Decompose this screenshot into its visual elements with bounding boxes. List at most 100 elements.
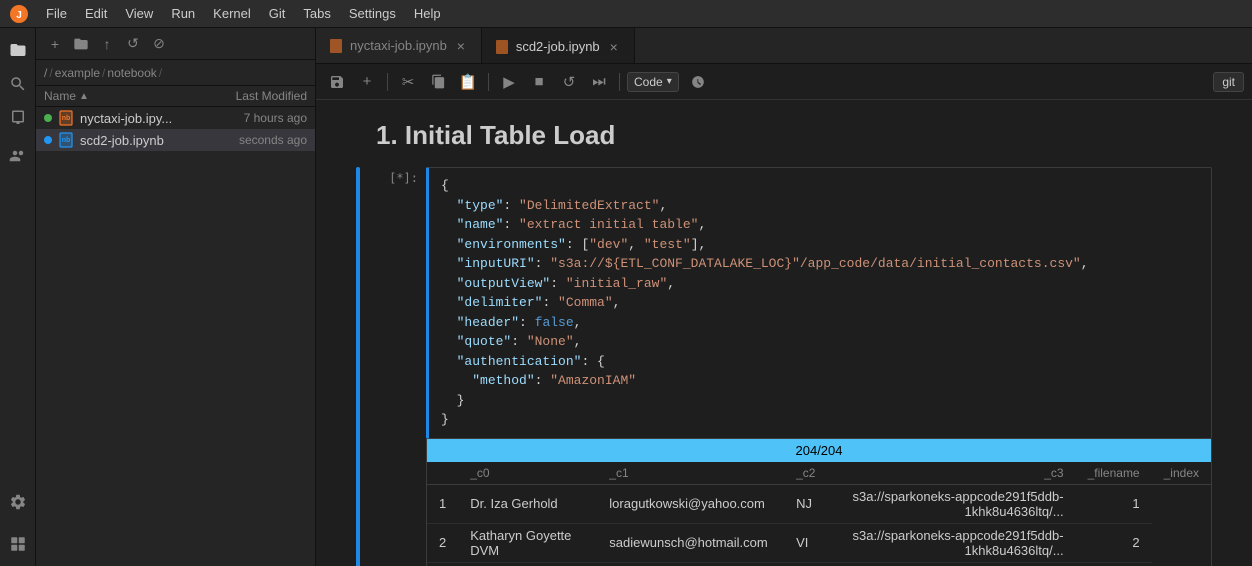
refresh-button[interactable]: ↺ xyxy=(122,33,144,55)
file-list: nb nyctaxi-job.ipy... 7 hours ago nb scd… xyxy=(36,107,315,566)
content-area: nyctaxi-job.ipynb × scd2-job.ipynb × + ✂ xyxy=(316,28,1252,566)
breadcrumb: / / example / notebook / xyxy=(36,60,315,86)
status-dot-blue xyxy=(44,136,52,144)
cell-heading: 1. Initial Table Load xyxy=(356,120,1212,151)
col-header-idx: _index xyxy=(1152,462,1211,485)
menu-edit[interactable]: Edit xyxy=(77,4,115,23)
table-cell: 1 xyxy=(427,484,458,523)
new-file-button[interactable]: + xyxy=(44,33,66,55)
chevron-down-icon: ▾ xyxy=(667,76,672,87)
settings-icon[interactable] xyxy=(4,488,32,516)
filter-button[interactable]: ⊘ xyxy=(148,33,170,55)
col-header-c2: _c2 xyxy=(784,462,828,485)
notebook-toolbar: + ✂ 📋 ▶ ■ ↺ ⏭ Code ▾ git xyxy=(316,64,1252,100)
file-modified: 7 hours ago xyxy=(197,111,307,125)
output-table: _c0 _c1 _c2 _c3 _filename _index 1Dr. Iz… xyxy=(427,462,1211,566)
notebook-icon: nb xyxy=(58,132,74,148)
files-icon[interactable] xyxy=(4,36,32,64)
list-item[interactable]: nb nyctaxi-job.ipy... 7 hours ago xyxy=(36,107,315,129)
new-folder-button[interactable] xyxy=(70,33,92,55)
upload-button[interactable]: ↑ xyxy=(96,33,118,55)
run-button[interactable]: ▶ xyxy=(496,69,522,95)
tab-label: nyctaxi-job.ipynb xyxy=(350,38,447,53)
svg-text:nb: nb xyxy=(62,137,71,144)
cell-active-bar xyxy=(356,167,360,566)
copy-button[interactable] xyxy=(425,69,451,95)
tab-label: scd2-job.ipynb xyxy=(516,39,600,54)
menu-help[interactable]: Help xyxy=(406,4,449,23)
status-dot-green xyxy=(44,114,52,122)
table-cell: VI xyxy=(784,523,828,562)
paste-button[interactable]: 📋 xyxy=(455,69,481,95)
cell-input-number: [*]: xyxy=(368,167,418,566)
table-cell: 3 xyxy=(427,562,458,566)
file-panel-toolbar: + ↑ ↺ ⊘ xyxy=(36,28,315,60)
table-cell: sadiewunsch@hotmail.com xyxy=(597,523,784,562)
table-cell: Nikolas Tromp xyxy=(458,562,597,566)
kernel-label: Code xyxy=(634,75,663,89)
table-cell: s3a://sparkoneks-appcode291f5ddb-1khk8u4… xyxy=(828,484,1076,523)
menu-tabs[interactable]: Tabs xyxy=(295,4,338,23)
menubar: J File Edit View Run Kernel Git Tabs Set… xyxy=(0,0,1252,28)
git-button[interactable]: git xyxy=(1213,72,1244,92)
table-row: 2Katharyn Goyette DVMsadiewunsch@hotmail… xyxy=(427,523,1211,562)
fast-forward-button[interactable]: ⏭ xyxy=(586,69,612,95)
table-cell: danniekemmer@yahoo.com xyxy=(597,562,784,566)
tab-nyctaxi[interactable]: nyctaxi-job.ipynb × xyxy=(316,28,482,63)
cell-body[interactable]: { "type": "DelimitedExtract", "name": "e… xyxy=(426,167,1212,566)
list-item[interactable]: nb scd2-job.ipynb seconds ago xyxy=(36,129,315,151)
breadcrumb-notebook[interactable]: notebook xyxy=(107,66,156,80)
file-modified: seconds ago xyxy=(197,133,307,147)
menu-file[interactable]: File xyxy=(38,4,75,23)
table-cell: s3a://sparkoneks-appcode291f5ddb-1khk8u4… xyxy=(828,523,1076,562)
table-cell: 1 xyxy=(1076,484,1152,523)
code-cell-wrapper: [*]: { "type": "DelimitedExtract", "name… xyxy=(356,167,1212,566)
menu-run[interactable]: Run xyxy=(163,4,203,23)
stop-button[interactable]: ■ xyxy=(526,69,552,95)
col-header-filename: _filename xyxy=(1076,462,1152,485)
toolbar-separator xyxy=(488,73,489,91)
extensions-icon[interactable] xyxy=(4,530,32,558)
breadcrumb-example[interactable]: example xyxy=(55,66,100,80)
tab-scd2[interactable]: scd2-job.ipynb × xyxy=(482,28,635,63)
table-cell: Katharyn Goyette DVM xyxy=(458,523,597,562)
restart-button[interactable]: ↺ xyxy=(556,69,582,95)
save-button[interactable] xyxy=(324,69,350,95)
users-icon[interactable] xyxy=(4,142,32,170)
table-cell: loragutkowski@yahoo.com xyxy=(597,484,784,523)
search-icon[interactable] xyxy=(4,70,32,98)
menu-kernel[interactable]: Kernel xyxy=(205,4,259,23)
breadcrumb-root[interactable]: / xyxy=(44,66,47,80)
cell-output: 204/204 _c0 _c1 _c2 _c3 _filename xyxy=(426,439,1212,566)
menu-view[interactable]: View xyxy=(117,4,161,23)
menu-settings[interactable]: Settings xyxy=(341,4,404,23)
menu-git[interactable]: Git xyxy=(261,4,294,23)
col-header-c1: _c1 xyxy=(597,462,784,485)
add-cell-button[interactable]: + xyxy=(354,69,380,95)
table-row: 3Nikolas Trompdanniekemmer@yahoo.comVIs3… xyxy=(427,562,1211,566)
table-cell: 2 xyxy=(427,523,458,562)
tab-close-button[interactable]: × xyxy=(453,38,469,54)
table-cell: NJ xyxy=(784,484,828,523)
column-modified-header[interactable]: Last Modified xyxy=(197,89,307,103)
column-name-header[interactable]: Name ▲ xyxy=(44,89,197,103)
kernel-selector[interactable]: Code ▾ xyxy=(627,72,679,92)
col-header-c0: _c0 xyxy=(458,462,597,485)
time-display xyxy=(691,75,705,89)
tab-bar: nyctaxi-job.ipynb × scd2-job.ipynb × xyxy=(316,28,1252,64)
file-panel: + ↑ ↺ ⊘ / / example / notebook / Name ▲ … xyxy=(36,28,316,566)
git-icon[interactable] xyxy=(4,104,32,132)
tab-close-button[interactable]: × xyxy=(606,39,622,55)
col-header-c3: _c3 xyxy=(828,462,1076,485)
cut-button[interactable]: ✂ xyxy=(395,69,421,95)
svg-text:nb: nb xyxy=(62,115,71,122)
svg-text:J: J xyxy=(16,10,22,21)
table-cell: s3a://sparkoneks-appcode291f5ddb-1khk8u4… xyxy=(828,562,1076,566)
file-name: scd2-job.ipynb xyxy=(80,133,191,148)
col-header-index xyxy=(427,462,458,485)
output-progress: 204/204 xyxy=(427,439,1211,462)
tab-notebook-icon xyxy=(494,39,510,55)
table-row: 1Dr. Iza Gerholdloragutkowski@yahoo.comN… xyxy=(427,484,1211,523)
code-cell[interactable]: { "type": "DelimitedExtract", "name": "e… xyxy=(426,167,1212,439)
toolbar-separator xyxy=(619,73,620,91)
